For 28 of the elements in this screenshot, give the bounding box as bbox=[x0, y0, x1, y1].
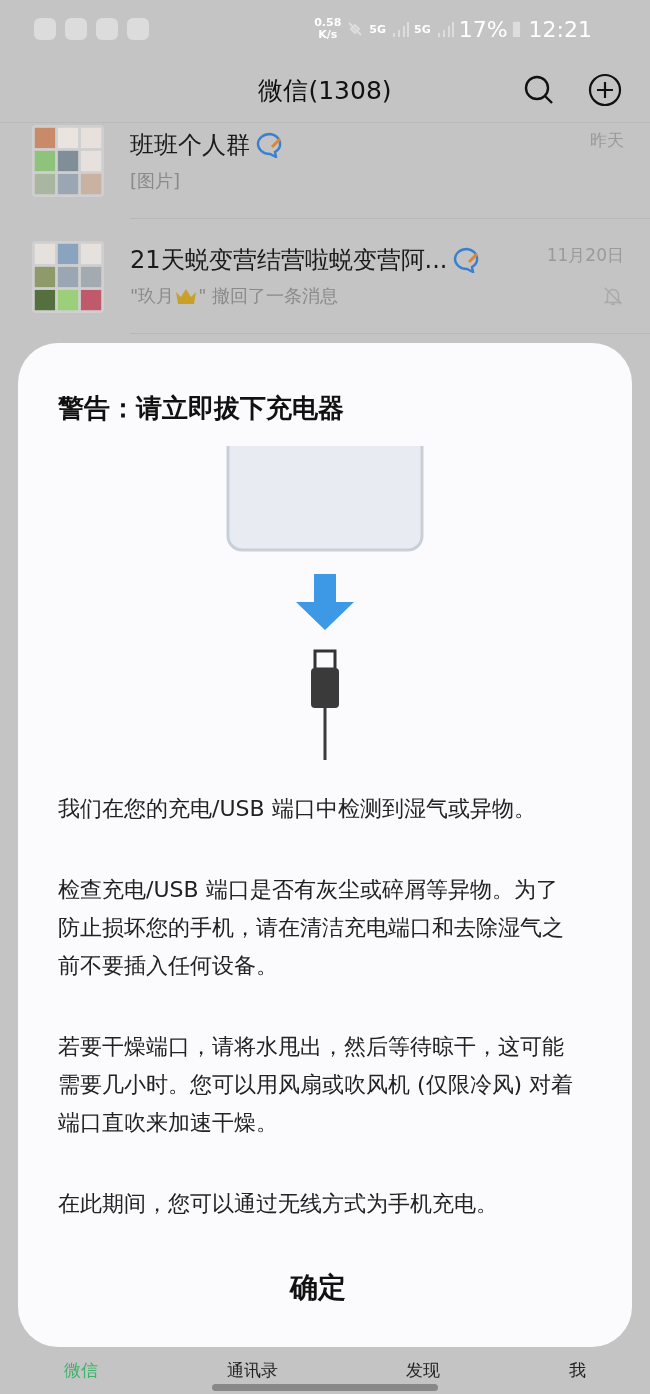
notification-icon bbox=[34, 18, 56, 40]
dialog-paragraph: 在此期间，您可以通过无线方式为手机充电。 bbox=[58, 1190, 499, 1218]
dialog-paragraph: 我们在您的充电/USB 端口中检测到湿气或异物。 bbox=[58, 795, 537, 823]
tab[interactable]: 我 bbox=[568, 1359, 586, 1382]
signal-icon bbox=[390, 19, 410, 39]
battery-icon bbox=[511, 20, 521, 38]
speed-unit: K/s bbox=[318, 29, 338, 41]
network-speed: 0.58 bbox=[314, 17, 342, 29]
search-icon[interactable] bbox=[523, 74, 555, 106]
confirm-button[interactable]: 确定 bbox=[270, 1263, 366, 1313]
network-label: 5G bbox=[414, 22, 431, 36]
clock: 12:21 bbox=[528, 16, 592, 42]
dialog-paragraph: 检查充电/USB 端口是否有灰尘或碎屑等异物。为了防止损坏您的手机，请在清洁充电端口和去除湿气之前不要插入任何设备。 bbox=[58, 876, 565, 980]
app-title: 微信(1308) bbox=[258, 74, 392, 107]
notification-icon bbox=[96, 18, 118, 40]
chat-name: 班班个人群 bbox=[130, 130, 250, 161]
message-preview: [图片] bbox=[130, 169, 181, 193]
tab[interactable]: 发现 bbox=[406, 1359, 441, 1382]
chat-name: 21天蜕变营结营啦蜕变营阿... bbox=[130, 245, 448, 276]
add-icon[interactable] bbox=[588, 73, 622, 107]
notification-icon bbox=[127, 18, 149, 40]
network-label: 5G bbox=[369, 22, 386, 36]
message-preview: "玖月 bbox=[130, 284, 175, 308]
battery-level: 17% bbox=[458, 16, 508, 42]
dialog-title: 警告：请立即拔下充电器 bbox=[58, 392, 345, 425]
notification-icon bbox=[65, 18, 87, 40]
dialog-paragraph: 若要干燥端口，请将水甩出，然后等待晾干，这可能需要几小时。您可以用风扇或吹风机 (仅限冷风) 对着端口直吹来加速干燥。 bbox=[58, 1033, 575, 1137]
tab[interactable]: 通讯录 bbox=[226, 1359, 278, 1382]
